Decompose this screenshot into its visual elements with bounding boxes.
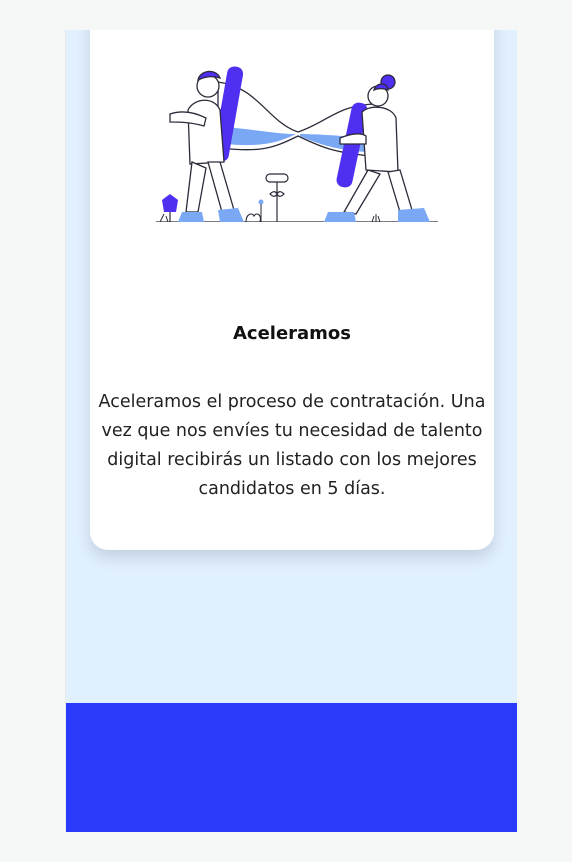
card-description: Aceleramos el proceso de contratación. U… (98, 392, 486, 499)
content-frame: Aceleramos Aceleramos el proceso de cont… (65, 30, 517, 832)
flower-left (159, 194, 178, 222)
footer-band (66, 703, 517, 832)
sign-post (265, 173, 289, 222)
grass-right (371, 214, 381, 222)
feature-card: Aceleramos Aceleramos el proceso de cont… (90, 30, 494, 550)
hourglass-teamwork-illustration (156, 66, 438, 222)
dot-blue (258, 199, 264, 205)
plant-small (245, 213, 261, 222)
card-title: Aceleramos (232, 323, 352, 344)
